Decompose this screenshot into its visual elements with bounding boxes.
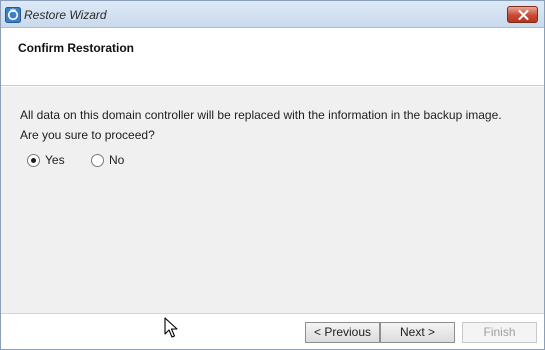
window-title: Restore Wizard: [24, 8, 107, 22]
warning-message: All data on this domain controller will …: [20, 108, 502, 122]
next-button[interactable]: Next >: [380, 322, 455, 343]
restore-wizard-window: Restore Wizard Confirm Restoration All d…: [0, 0, 545, 350]
radio-unselected-icon[interactable]: [91, 153, 104, 167]
title-bar[interactable]: Restore Wizard: [1, 1, 544, 28]
close-button[interactable]: [507, 6, 538, 23]
no-radio-label[interactable]: No: [109, 153, 124, 167]
radio-selected-icon[interactable]: [27, 153, 40, 167]
wizard-footer: < Previous Next > Finish: [1, 313, 544, 349]
wizard-content: All data on this domain controller will …: [1, 87, 544, 313]
wizard-header: Confirm Restoration: [1, 29, 544, 86]
yes-radio-label[interactable]: Yes: [45, 153, 65, 167]
yes-radio[interactable]: Yes: [27, 152, 65, 168]
no-radio[interactable]: No: [91, 152, 124, 168]
previous-button[interactable]: < Previous: [305, 322, 380, 343]
close-icon: [518, 10, 529, 20]
page-title: Confirm Restoration: [18, 41, 135, 55]
confirmation-question: Are you sure to proceed?: [20, 128, 155, 142]
restore-wizard-icon: [5, 7, 21, 23]
finish-button: Finish: [462, 322, 537, 343]
